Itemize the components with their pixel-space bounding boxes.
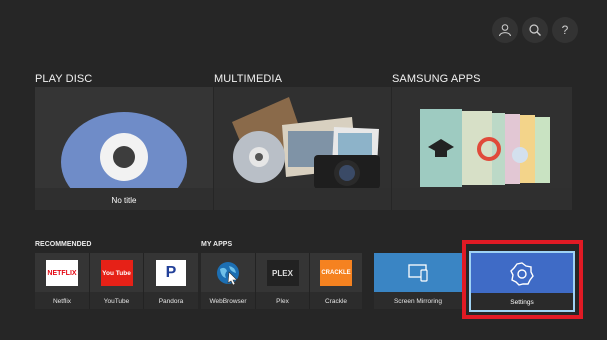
screen-mirroring-tile[interactable]: Screen Mirroring — [374, 253, 462, 309]
settings-tile[interactable]: Settings — [469, 251, 575, 312]
screen-mirroring-icon — [408, 264, 428, 282]
plex-tile[interactable]: PLEX Plex — [256, 253, 309, 309]
webbrowser-tile[interactable]: WebBrowser — [201, 253, 255, 309]
user-icon[interactable] — [492, 17, 518, 43]
crackle-tile[interactable]: CRACKLE Crackle — [310, 253, 362, 309]
plex-logo-icon: PLEX — [266, 260, 299, 286]
gear-icon — [510, 262, 534, 286]
netflix-logo-icon: NETFLIX — [46, 260, 78, 286]
multimedia-panel[interactable] — [214, 87, 391, 210]
multimedia-title: MULTIMEDIA — [214, 73, 283, 85]
netflix-tile[interactable]: NETFLIX Netflix — [35, 253, 89, 309]
play-disc-title: PLAY DISC — [35, 73, 93, 85]
pandora-tile[interactable]: P Pandora — [144, 253, 198, 309]
my-apps-title: MY APPS — [201, 241, 233, 248]
screen-mirroring-label: Screen Mirroring — [393, 298, 443, 305]
tile-label: Plex — [276, 298, 289, 305]
disc-status: No title — [111, 196, 137, 205]
tile-label: WebBrowser — [209, 298, 247, 305]
samsung-apps-title: SAMSUNG APPS — [392, 73, 481, 85]
tile-label: Pandora — [158, 298, 184, 305]
samsung-apps-panel[interactable] — [392, 87, 572, 210]
tile-label: Crackle — [324, 298, 348, 305]
crackle-logo-icon: CRACKLE — [320, 260, 352, 286]
multimedia-bar — [214, 188, 391, 210]
settings-label: Settings — [510, 299, 534, 306]
tile-label: Netflix — [52, 298, 72, 305]
recommended-title: RECOMMENDED — [35, 241, 92, 248]
play-disc-panel[interactable]: No title — [35, 87, 213, 210]
pandora-logo-icon: P — [156, 260, 186, 286]
globe-icon — [213, 260, 243, 286]
tile-label: YouTube — [103, 298, 130, 305]
help-icon[interactable]: ? — [552, 17, 578, 43]
top-toolbar: ? — [492, 17, 578, 43]
youtube-logo-icon: You Tube — [100, 260, 133, 286]
youtube-tile[interactable]: You Tube YouTube — [90, 253, 143, 309]
search-icon[interactable] — [522, 17, 548, 43]
samsung-apps-bar — [392, 188, 572, 210]
